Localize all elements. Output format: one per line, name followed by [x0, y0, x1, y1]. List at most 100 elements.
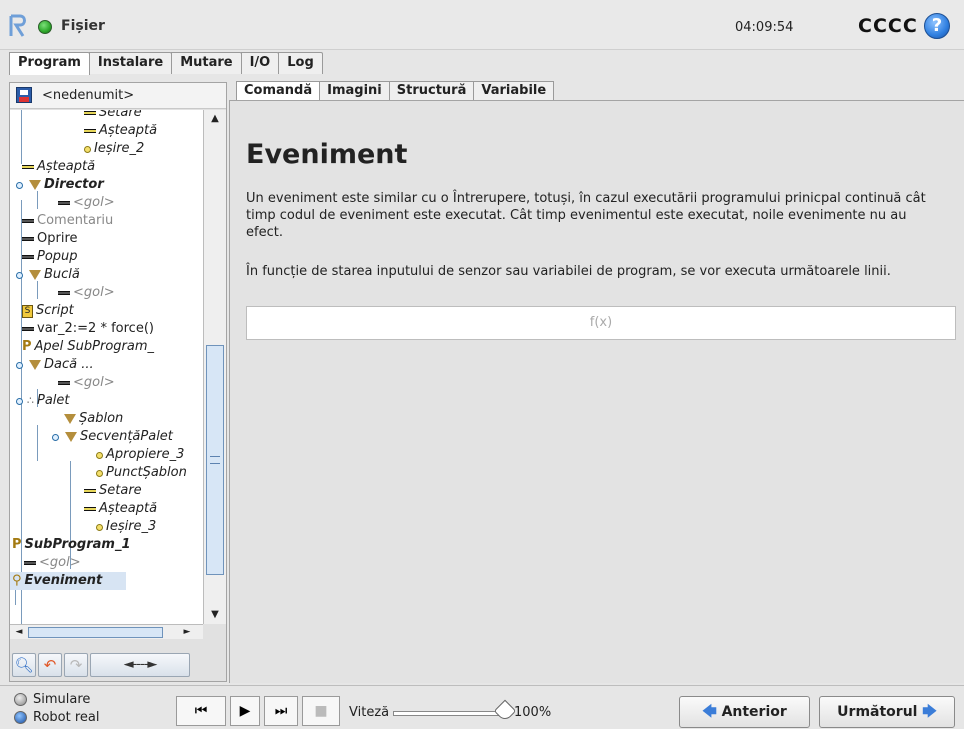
tree-item-set[interactable]: Setare	[84, 482, 142, 500]
tree-item-label: Setare	[99, 110, 142, 120]
next-button[interactable]: Următorul 🡆	[819, 696, 955, 728]
tree-vertical-scrollbar[interactable]: ▲ ▼	[203, 110, 226, 624]
tree-item-empty[interactable]: <gol>	[24, 554, 81, 572]
tree-item-if[interactable]: Dacă ...	[16, 356, 94, 374]
tree-item-set[interactable]: Setare	[84, 110, 142, 122]
set-icon	[84, 489, 96, 493]
event-icon: ⚲	[12, 573, 22, 588]
expression-input[interactable]: f(x)	[246, 306, 956, 340]
clock: 04:09:54	[735, 20, 794, 35]
subprogram-icon: P	[12, 537, 22, 552]
expand-toggle-icon[interactable]	[16, 271, 23, 279]
tree-item-pallet-sequence[interactable]: SecvențăPalet	[52, 428, 173, 446]
empty-icon	[24, 561, 36, 565]
tab-program[interactable]: Program	[9, 52, 90, 75]
tree-item-event[interactable]: ⚲ Eveniment	[10, 572, 126, 590]
halt-icon	[22, 237, 34, 241]
scroll-right-icon[interactable]: ►	[180, 626, 194, 638]
tab-command[interactable]: Comandă	[236, 81, 321, 101]
step-button[interactable]: ⏭	[264, 696, 298, 726]
robot-status-icon[interactable]	[38, 20, 52, 34]
speed-slider[interactable]	[393, 711, 508, 716]
file-menu[interactable]: Fișier	[61, 18, 105, 34]
speed-slider-handle[interactable]	[493, 699, 517, 723]
search-icon[interactable]: 🔍︎	[12, 653, 36, 677]
tree-item-label: Director	[44, 177, 104, 192]
tree-item-waypoint[interactable]: Ieșire_2	[84, 140, 144, 158]
undo-icon[interactable]: ↶	[38, 653, 62, 677]
tab-graphics[interactable]: Imagini	[319, 81, 390, 101]
tree-item-label: Șablon	[79, 411, 124, 426]
tree-item-waypoint[interactable]: PunctȘablon	[96, 464, 187, 482]
radio-icon[interactable]	[14, 711, 27, 724]
tree-item-label: <gol>	[73, 195, 115, 210]
tree-item-waypoint[interactable]: Apropiere_3	[96, 446, 184, 464]
play-button[interactable]: ▶	[230, 696, 260, 726]
tree-item-waypoint[interactable]: Ieșire_3	[96, 518, 156, 536]
script-icon: S	[22, 304, 33, 318]
next-label: Următorul	[837, 704, 918, 720]
tree-item-wait[interactable]: Așteaptă	[84, 500, 157, 518]
save-icon[interactable]	[16, 87, 32, 103]
command-panel: Eveniment Un eveniment este similar cu o…	[229, 100, 964, 683]
tree-item-comment[interactable]: Comentariu	[22, 212, 113, 230]
tree-item-popup[interactable]: Popup	[22, 248, 78, 266]
tree-item-label: Așteaptă	[99, 501, 158, 516]
tree-item-script[interactable]: S Script	[22, 302, 74, 320]
waypoint-icon	[84, 145, 91, 153]
scroll-thumb[interactable]	[206, 345, 224, 575]
tree-item-folder[interactable]: Director	[16, 176, 104, 194]
waypoint-icon	[96, 523, 103, 531]
tab-installation[interactable]: Instalare	[88, 52, 173, 74]
tree-item-label: Oprire	[37, 231, 78, 246]
tree-item-wait[interactable]: Așteaptă	[22, 158, 95, 176]
mode-real-robot[interactable]: Robot real	[14, 710, 99, 725]
tree-item-label: Eveniment	[24, 573, 103, 588]
tree-item-pattern[interactable]: Șablon	[64, 410, 123, 428]
tab-variables[interactable]: Variabile	[473, 81, 555, 101]
pattern-triangle-icon	[64, 414, 76, 424]
tree-item-empty[interactable]: <gol>	[58, 284, 115, 302]
previous-label: Anterior	[721, 704, 787, 720]
redo-icon[interactable]: ↷	[64, 653, 88, 677]
radio-icon[interactable]	[14, 693, 27, 706]
universal-robots-logo	[9, 14, 26, 37]
tree-item-halt[interactable]: Oprire	[22, 230, 78, 248]
empty-icon	[58, 291, 70, 295]
tree-item-empty[interactable]: <gol>	[58, 194, 115, 212]
move-node-button[interactable]: ◄----►	[90, 653, 190, 677]
empty-icon	[58, 201, 70, 205]
tree-item-call-subprogram[interactable]: P Apel SubProgram_	[22, 338, 154, 356]
expand-toggle-icon[interactable]	[52, 433, 59, 441]
tree-item-wait[interactable]: Așteaptă	[84, 122, 157, 140]
expand-toggle-icon[interactable]	[16, 181, 23, 189]
tab-io[interactable]: I/O	[240, 52, 280, 74]
stop-button[interactable]: ■	[302, 696, 340, 726]
tree-toolbar: 🔍︎ ↶ ↷ ◄----►	[10, 649, 226, 681]
scroll-thumb[interactable]	[28, 627, 163, 638]
help-icon[interactable]: ?	[924, 13, 950, 39]
rewind-button[interactable]: ⏮	[176, 696, 226, 726]
tab-log[interactable]: Log	[278, 52, 323, 74]
tree-item-pallet[interactable]: ∴ Palet	[16, 392, 70, 410]
empty-icon	[58, 381, 70, 385]
expand-toggle-icon[interactable]	[16, 361, 23, 369]
robot-name: CCCC	[858, 15, 918, 37]
tree-item-subprogram[interactable]: P SubProgram_1	[12, 536, 131, 554]
previous-button[interactable]: 🡄 Anterior	[679, 696, 810, 728]
folder-triangle-icon	[29, 180, 41, 190]
scroll-left-icon[interactable]: ◄	[12, 626, 26, 638]
tab-structure[interactable]: Structură	[388, 81, 475, 101]
mode-simulation[interactable]: Simulare	[14, 692, 90, 707]
tree-item-label: var_2:=2 * force()	[37, 321, 154, 336]
tree-item-empty[interactable]: <gol>	[58, 374, 115, 392]
footer-bar: Simulare Robot real ⏮ ▶ ⏭ ■ Viteză 100% …	[0, 685, 964, 729]
tree-item-assignment[interactable]: var_2:=2 * force()	[22, 320, 154, 338]
wait-icon	[84, 129, 96, 133]
scroll-up-icon[interactable]: ▲	[206, 112, 224, 126]
scroll-down-icon[interactable]: ▼	[206, 608, 224, 622]
tree-item-loop[interactable]: Buclă	[16, 266, 80, 284]
expand-toggle-icon[interactable]	[16, 397, 23, 405]
tab-move[interactable]: Mutare	[171, 52, 242, 74]
tree-horizontal-scrollbar[interactable]: ◄ ►	[10, 624, 203, 639]
